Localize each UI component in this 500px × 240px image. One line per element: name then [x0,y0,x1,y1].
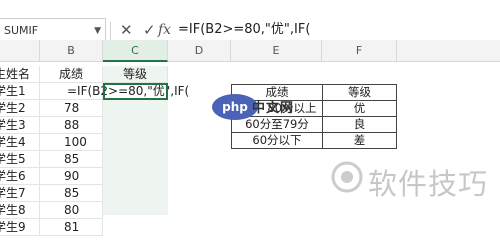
cell-a10[interactable]: 学生9 [0,219,40,236]
cell-a8[interactable]: 学生7 [0,185,40,202]
formula-bar: SUMIF ▼ ✕ ✓ fx =IF(B2>=80,"优",IF( [0,0,500,42]
column-header-e[interactable]: E [231,40,322,62]
php-logo-caption: 中文网 [252,101,295,116]
watermark-text: 软件技巧 [368,167,489,201]
column-header-b[interactable]: B [40,40,103,62]
cell-b1[interactable]: 成绩 [40,66,103,83]
name-box-value: SUMIF [4,24,39,37]
cell-b9[interactable]: 80 [40,202,103,219]
formula-bar-separator [110,22,111,40]
watermark-icon [331,161,363,193]
close-icon[interactable]: ✕ [120,20,133,40]
insert-function-button[interactable]: fx [158,20,171,40]
cell-b7[interactable]: 90 [40,168,103,185]
cell-b10[interactable]: 81 [40,219,103,236]
cell-c1[interactable]: 等级 [103,66,168,83]
cell-b5[interactable]: 100 [40,134,103,151]
column-header-c[interactable]: C [103,40,168,62]
lookup-row3-score[interactable]: 60分以下 [231,132,323,149]
formula-input[interactable]: =IF(B2>=80,"优",IF( [178,20,310,40]
lookup-row3-grade[interactable]: 差 [322,132,397,149]
active-cell-border [103,83,168,100]
cell-a9[interactable]: 学生8 [0,202,40,219]
column-header-g[interactable] [397,40,500,62]
name-box[interactable]: SUMIF ▼ [0,18,106,42]
lookup-header-grade[interactable]: 等级 [322,84,397,101]
check-icon[interactable]: ✓ [143,20,156,40]
column-header-d[interactable]: D [168,40,231,62]
cell-a7[interactable]: 学生6 [0,168,40,185]
selected-column-highlight [103,100,168,215]
cell-a5[interactable]: 学生4 [0,134,40,151]
cell-b4[interactable]: 88 [40,117,103,134]
cell-a1[interactable]: 生姓名 [0,66,40,83]
cell-a6[interactable]: 学生5 [0,151,40,168]
cell-b6[interactable]: 85 [40,151,103,168]
cell-b3[interactable]: 78 [40,100,103,117]
cell-a4[interactable]: 学生3 [0,117,40,134]
cell-a3[interactable]: 学生2 [0,100,40,117]
lookup-row1-grade[interactable]: 优 [322,100,397,117]
cell-b8[interactable]: 85 [40,185,103,202]
cell-a2[interactable]: 学生1 [0,83,40,100]
column-header-f[interactable]: F [322,40,397,62]
column-header-a[interactable] [0,40,40,62]
lookup-row2-grade[interactable]: 良 [322,116,397,133]
